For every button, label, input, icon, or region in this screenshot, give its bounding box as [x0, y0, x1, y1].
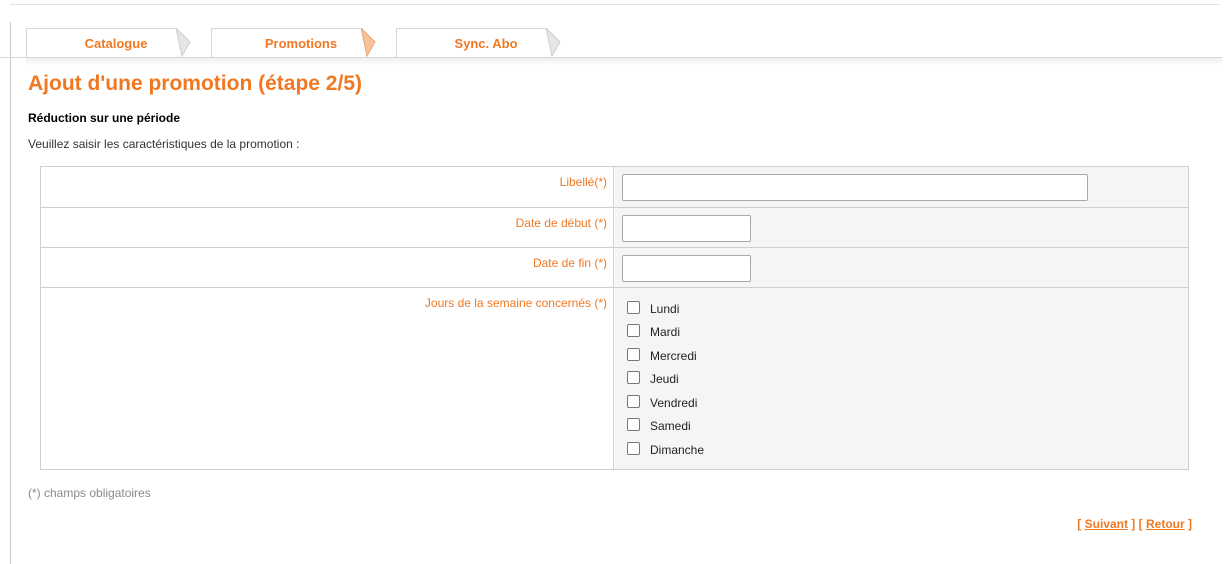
- tab-catalogue[interactable]: Catalogue: [26, 28, 206, 58]
- weekday-label: Lundi: [650, 302, 680, 316]
- promotion-form: Libellé(*) Date de début (*) Date de fin…: [40, 166, 1189, 470]
- promotion-type-subtitle: Réduction sur une période: [28, 111, 181, 125]
- weekday-option-vendredi[interactable]: Vendredi: [627, 392, 827, 414]
- weekday-option-lundi[interactable]: Lundi: [627, 298, 827, 320]
- weekday-option-mercredi[interactable]: Mercredi: [627, 345, 827, 367]
- label-cell: Date de début (*): [41, 208, 614, 247]
- checkbox[interactable]: [627, 324, 640, 337]
- tab-sync-abo[interactable]: Sync. Abo: [396, 28, 576, 58]
- value-cell: [615, 208, 1188, 247]
- weekday-option-samedi[interactable]: Samedi: [627, 415, 827, 437]
- checkbox[interactable]: [627, 395, 640, 408]
- libelle-label: Libellé(*): [559, 175, 607, 189]
- checkbox[interactable]: [627, 418, 640, 431]
- weekdays-label: Jours de la semaine concernés (*): [424, 296, 607, 310]
- weekday-label: Samedi: [650, 419, 691, 433]
- bracket-close: ]: [1184, 517, 1192, 531]
- tab-fold-active-icon: [361, 28, 391, 58]
- tab-fold-icon: [176, 28, 206, 58]
- form-row-weekdays: Jours de la semaine concernés (*) Lundi …: [41, 288, 1188, 469]
- form-row-start-date: Date de début (*): [41, 208, 1188, 248]
- weekday-label: Mercredi: [650, 349, 697, 363]
- form-actions: [ Suivant ] [ Retour ]: [1077, 517, 1192, 531]
- weekday-label: Mardi: [650, 325, 681, 339]
- next-button[interactable]: Suivant: [1085, 517, 1128, 531]
- frame-left-line: [10, 22, 11, 564]
- label-cell: Libellé(*): [41, 167, 614, 207]
- bracket-open: [: [1138, 517, 1146, 531]
- start-date-label: Date de début (*): [515, 216, 607, 230]
- value-cell: [615, 248, 1188, 287]
- value-cell: Lundi Mardi Mercredi Jeudi Vendredi Same…: [615, 288, 1188, 469]
- weekday-label: Dimanche: [650, 443, 705, 457]
- weekday-option-dimanche[interactable]: Dimanche: [627, 439, 827, 461]
- libelle-input[interactable]: [622, 174, 1088, 201]
- page: Catalogue Promotions Sync. Abo Ajout d'u…: [0, 0, 1229, 564]
- checkbox[interactable]: [627, 442, 640, 455]
- required-fields-note: (*) champs obligatoires: [28, 486, 151, 500]
- instruction-text: Veuillez saisir les caractéristiques de …: [28, 137, 300, 151]
- frame-top-line: [10, 4, 1220, 5]
- value-cell: [615, 167, 1188, 207]
- weekday-label: Jeudi: [650, 372, 679, 386]
- form-row-end-date: Date de fin (*): [41, 248, 1188, 288]
- back-button[interactable]: Retour: [1146, 517, 1185, 531]
- end-date-label: Date de fin (*): [532, 256, 607, 270]
- label-cell: Jours de la semaine concernés (*): [41, 288, 614, 469]
- page-title: Ajout d'une promotion (étape 2/5): [28, 72, 362, 95]
- start-date-input[interactable]: [622, 215, 751, 242]
- tab-promotions[interactable]: Promotions: [211, 28, 391, 58]
- tab-bar: Catalogue Promotions Sync. Abo: [26, 28, 606, 58]
- checkbox[interactable]: [627, 348, 640, 361]
- weekday-option-mardi[interactable]: Mardi: [627, 321, 827, 343]
- header-band: [26, 58, 1222, 66]
- end-date-input[interactable]: [622, 255, 751, 282]
- label-cell: Date de fin (*): [41, 248, 614, 287]
- weekday-label: Vendredi: [650, 396, 698, 410]
- weekday-option-jeudi[interactable]: Jeudi: [627, 368, 827, 390]
- checkbox[interactable]: [627, 371, 640, 384]
- form-row-label: Libellé(*): [41, 167, 1188, 208]
- checkbox[interactable]: [627, 301, 640, 314]
- bracket-open: [: [1077, 517, 1085, 531]
- bracket-close: ]: [1127, 517, 1136, 531]
- tab-fold-icon: [546, 28, 576, 58]
